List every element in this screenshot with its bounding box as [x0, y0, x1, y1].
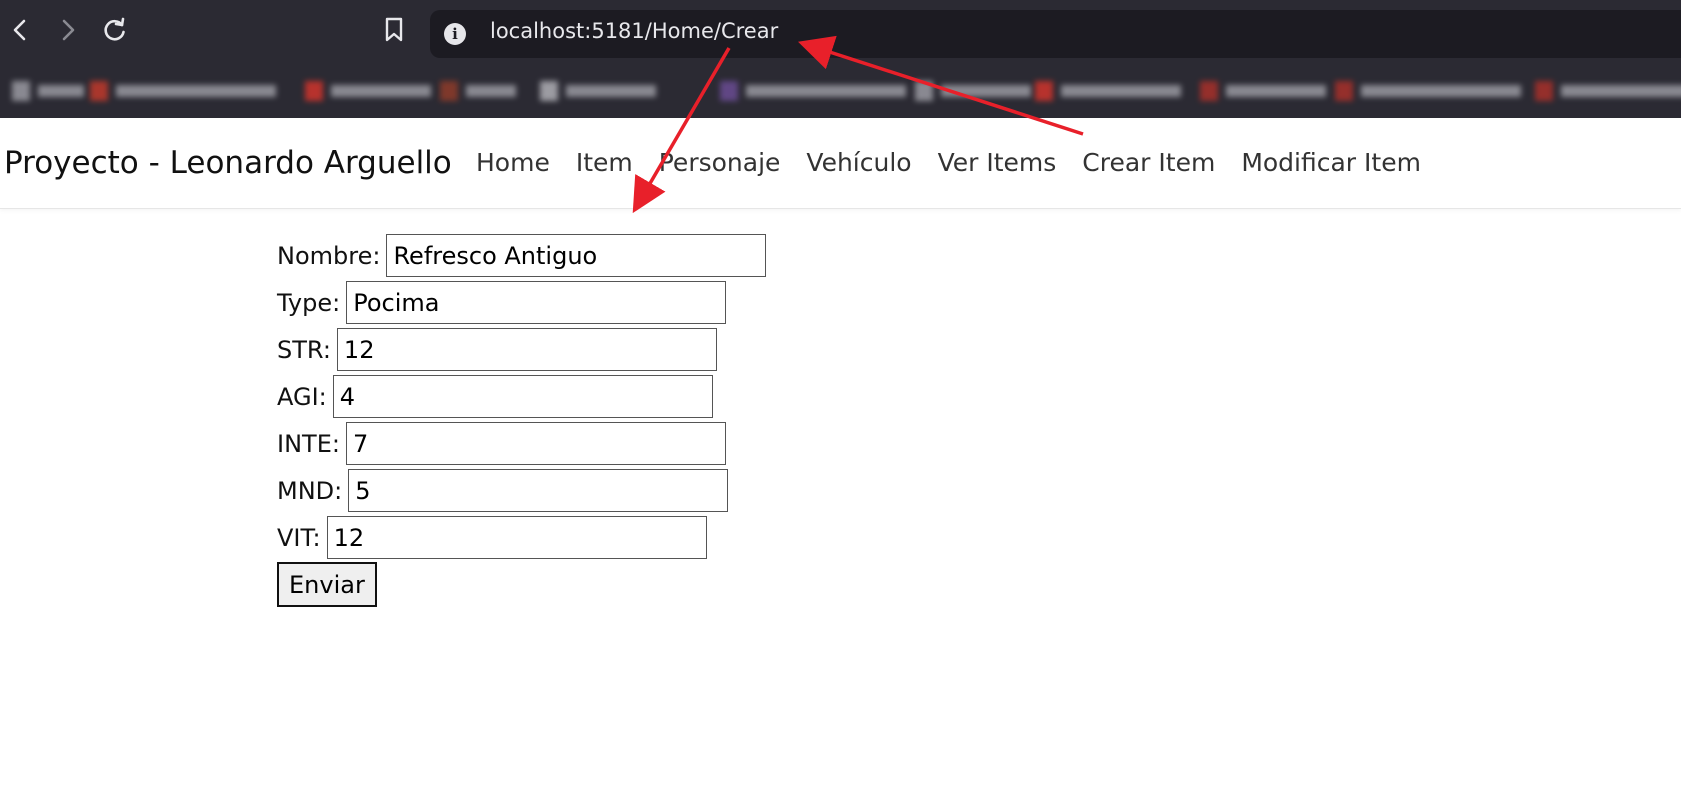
- bookmark-item[interactable]: [12, 80, 84, 102]
- nav-link-modificar-item[interactable]: Modificar Item: [1241, 148, 1421, 177]
- str-input[interactable]: [336, 328, 717, 371]
- field-str: STR:: [277, 326, 766, 373]
- field-nombre: Nombre:: [277, 232, 767, 279]
- type-input[interactable]: [346, 281, 727, 324]
- nombre-input[interactable]: [386, 234, 767, 277]
- nav-link-vehiculo[interactable]: Vehículo: [806, 148, 911, 177]
- field-mnd: MND:: [277, 467, 766, 514]
- bookmark-item[interactable]: [915, 80, 1031, 102]
- field-agi: AGI:: [277, 373, 766, 420]
- create-item-form: Nombre: Type: STR: AGI: INTE: MND: VIT: …: [277, 232, 767, 607]
- bookmark-item[interactable]: [1200, 80, 1326, 102]
- bookmark-item[interactable]: [1535, 80, 1681, 102]
- bookmark-item[interactable]: [440, 80, 516, 102]
- field-inte: INTE:: [277, 420, 766, 467]
- field-type: Type:: [277, 279, 766, 326]
- nav-links: Home Item Personaje Vehículo Ver Items C…: [476, 148, 1447, 177]
- browser-toolbar: i localhost:5181/Home/Crear: [0, 0, 1681, 66]
- url-text[interactable]: localhost:5181/Home/Crear: [490, 19, 778, 43]
- bookmark-icon[interactable]: [378, 14, 410, 46]
- nav-link-crear-item[interactable]: Crear Item: [1082, 148, 1215, 177]
- back-icon[interactable]: [4, 14, 36, 46]
- vit-input[interactable]: [326, 516, 707, 559]
- site-brand[interactable]: Proyecto - Leonardo Arguello: [4, 145, 452, 181]
- bookmark-item[interactable]: [1035, 80, 1181, 102]
- bookmark-item[interactable]: [720, 80, 906, 102]
- nav-link-home[interactable]: Home: [476, 148, 550, 177]
- field-label: MND:: [277, 476, 343, 505]
- bookmark-item[interactable]: [540, 80, 656, 102]
- field-vit: VIT:: [277, 514, 766, 561]
- field-label: Nombre:: [277, 241, 381, 270]
- inte-input[interactable]: [345, 422, 726, 465]
- field-label: INTE:: [277, 429, 340, 458]
- mnd-input[interactable]: [348, 469, 729, 512]
- field-label: VIT:: [277, 523, 321, 552]
- bookmark-item[interactable]: [90, 80, 276, 102]
- submit-button[interactable]: Enviar: [277, 562, 377, 607]
- nav-link-item[interactable]: Item: [576, 148, 633, 177]
- field-label: STR:: [277, 335, 331, 364]
- info-icon[interactable]: i: [444, 23, 466, 45]
- bookmark-item[interactable]: [305, 80, 431, 102]
- forward-icon[interactable]: [52, 14, 84, 46]
- reload-icon[interactable]: [99, 14, 131, 46]
- site-navbar: Proyecto - Leonardo Arguello Home Item P…: [0, 118, 1681, 209]
- field-label: Type:: [277, 288, 341, 317]
- bookmarks-bar: [0, 66, 1681, 118]
- agi-input[interactable]: [332, 375, 713, 418]
- nav-link-personaje[interactable]: Personaje: [659, 148, 781, 177]
- nav-link-ver-items[interactable]: Ver Items: [938, 148, 1057, 177]
- field-label: AGI:: [277, 382, 327, 411]
- bookmark-item[interactable]: [1335, 80, 1521, 102]
